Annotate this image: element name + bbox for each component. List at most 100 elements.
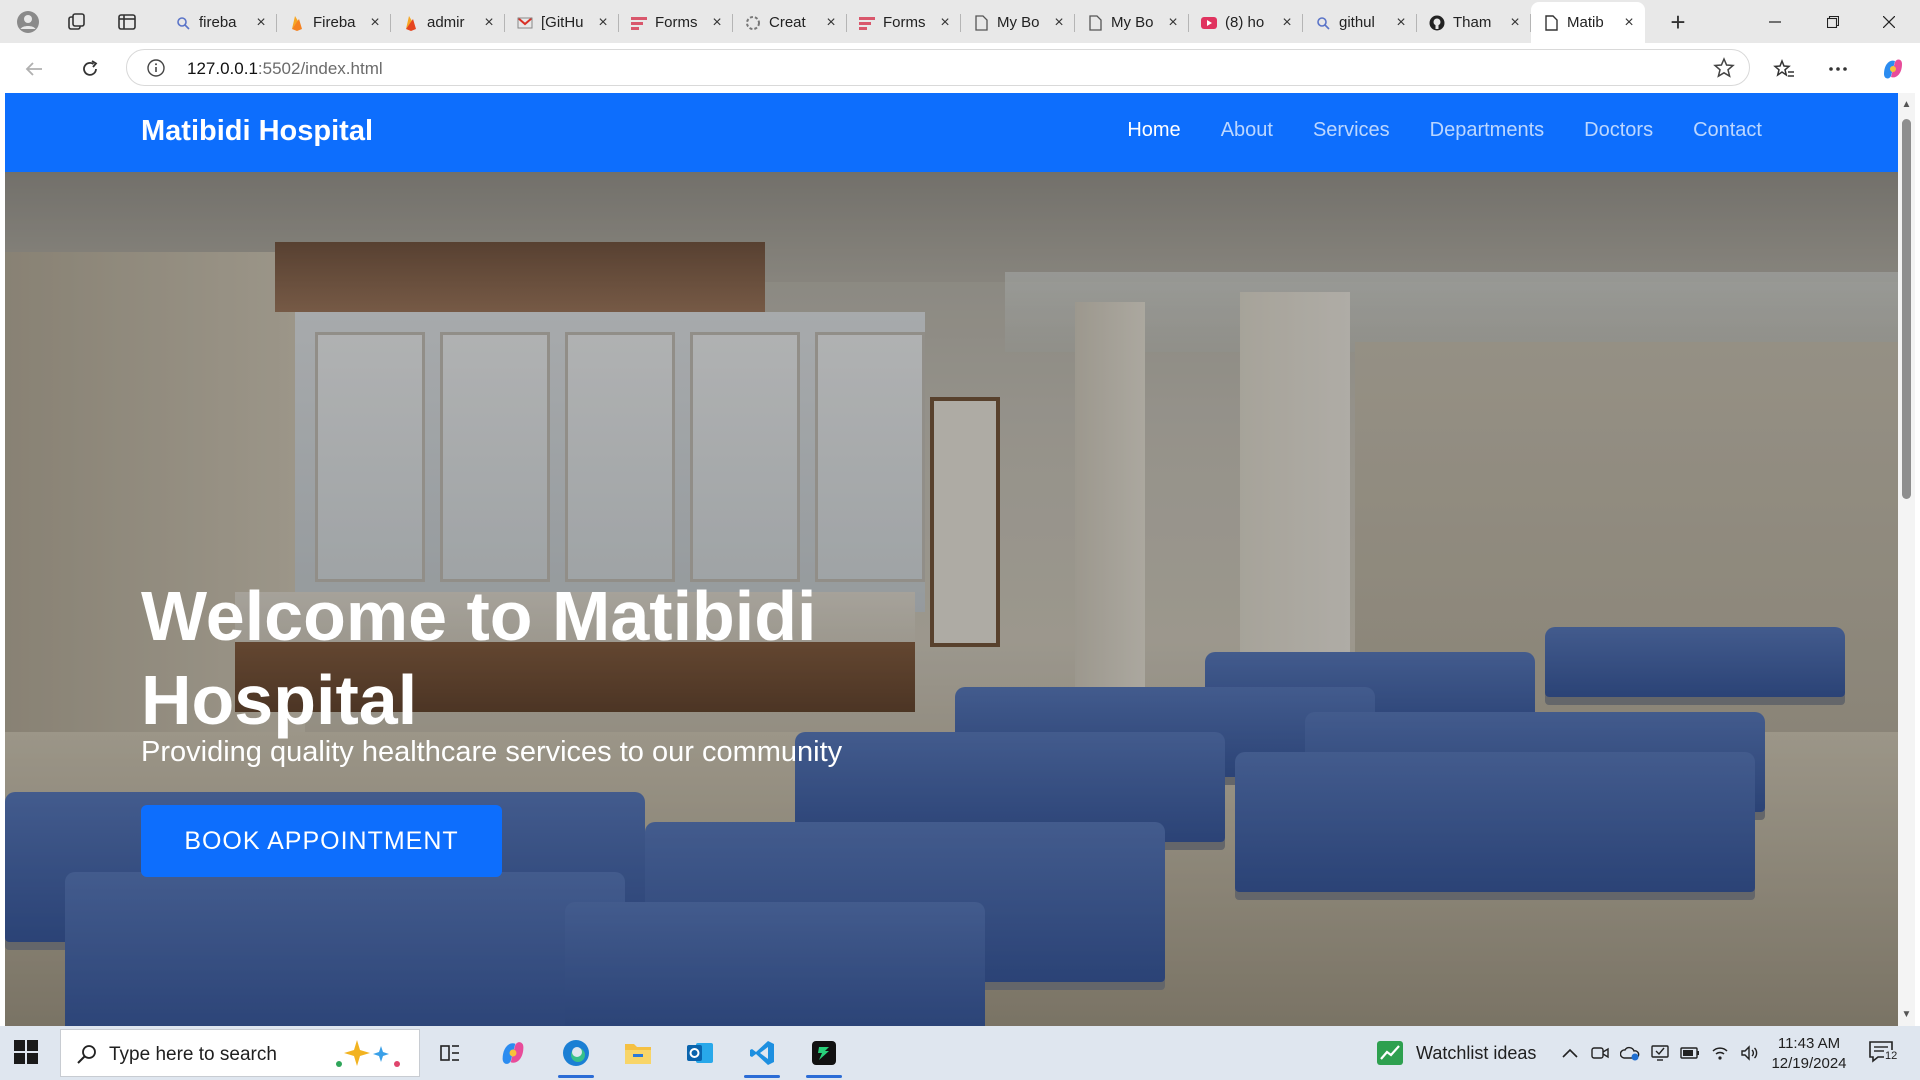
browser-tab[interactable]: fireba ×	[163, 2, 277, 43]
tab-title: [GitHu	[541, 14, 584, 31]
scroll-down-arrow-icon[interactable]: ▼	[1901, 1009, 1912, 1020]
tab-title: Creat	[769, 14, 806, 31]
windows-start-icon[interactable]	[12, 1038, 42, 1068]
tab-title: Forms	[883, 14, 926, 31]
forms-icon	[859, 15, 875, 31]
close-icon[interactable]: ×	[1051, 14, 1067, 31]
browser-tab[interactable]: Creat ×	[733, 2, 847, 43]
nav-link-doctors[interactable]: Doctors	[1584, 119, 1653, 142]
back-button[interactable]	[18, 53, 50, 85]
nav-link-departments[interactable]: Departments	[1430, 119, 1545, 142]
browser-tab[interactable]: (8) ho ×	[1189, 2, 1303, 43]
browser-tab[interactable]: githul ×	[1303, 2, 1417, 43]
file-explorer-icon[interactable]	[610, 1026, 666, 1080]
browser-tab[interactable]: My Bo ×	[961, 2, 1075, 43]
book-appointment-button[interactable]: BOOK APPOINTMENT	[141, 805, 502, 877]
tab-title: fireba	[199, 14, 237, 31]
page-viewport: Matibidi Hospital Home About Services De…	[5, 93, 1898, 1026]
display-settings-icon[interactable]	[1650, 1043, 1670, 1063]
openai-icon	[745, 15, 761, 31]
terminal-app-icon[interactable]	[796, 1026, 852, 1080]
new-tab-button[interactable]: +	[1664, 7, 1692, 37]
info-icon[interactable]	[147, 59, 165, 77]
close-icon[interactable]: ×	[709, 14, 725, 31]
taskbar-clock[interactable]: 11:43 AM 12/19/2024	[1762, 1034, 1856, 1074]
workspaces-icon[interactable]	[63, 8, 91, 36]
browser-tab[interactable]: Forms ×	[847, 2, 961, 43]
search-highlight-icon	[329, 1036, 409, 1072]
scrollbar-thumb[interactable]	[1902, 119, 1911, 499]
browser-tab[interactable]: My Bo ×	[1075, 2, 1189, 43]
close-icon[interactable]: ×	[1507, 14, 1523, 31]
tab-title: Matib	[1567, 14, 1604, 31]
hero-section: Welcome to Matibidi Hospital Providing q…	[5, 172, 1898, 1026]
browser-tab[interactable]: admir ×	[391, 2, 505, 43]
search-icon	[1315, 15, 1331, 31]
profile-icon[interactable]	[14, 8, 42, 36]
more-menu-icon[interactable]	[1822, 53, 1854, 85]
favorite-star-icon[interactable]	[1713, 57, 1735, 79]
browser-tab[interactable]: Fireba ×	[277, 2, 391, 43]
edge-icon[interactable]	[548, 1026, 604, 1080]
tab-title: My Bo	[997, 14, 1040, 31]
browser-tab-active[interactable]: Matib ×	[1531, 2, 1645, 43]
page-icon	[1543, 14, 1559, 31]
taskbar-search-box[interactable]: Type here to search	[60, 1029, 420, 1077]
tab-title: Tham	[1453, 14, 1492, 31]
nav-link-home[interactable]: Home	[1127, 119, 1180, 142]
restore-button[interactable]	[1810, 0, 1856, 43]
close-icon[interactable]: ×	[1393, 14, 1409, 31]
clock-time: 11:43 AM	[1777, 1035, 1841, 1052]
show-hidden-icons-chevron-icon[interactable]	[1560, 1043, 1580, 1063]
hero-title: Welcome to Matibidi Hospital	[141, 577, 817, 739]
close-icon[interactable]: ×	[253, 14, 269, 31]
search-icon	[175, 15, 191, 31]
volume-icon[interactable]	[1740, 1043, 1760, 1063]
battery-icon[interactable]	[1680, 1043, 1700, 1063]
vscode-icon[interactable]	[734, 1026, 790, 1080]
notification-center-icon[interactable]: 12	[1868, 1040, 1902, 1068]
browser-tab[interactable]: Tham ×	[1417, 2, 1531, 43]
close-icon[interactable]: ×	[1621, 14, 1637, 31]
close-window-button[interactable]	[1866, 0, 1912, 43]
close-icon[interactable]: ×	[1279, 14, 1295, 31]
site-header: Matibidi Hospital Home About Services De…	[5, 93, 1898, 172]
wifi-icon[interactable]	[1710, 1043, 1730, 1063]
widgets-watchlist[interactable]: Watchlist ideas	[1376, 1039, 1536, 1067]
meet-now-icon[interactable]	[1590, 1043, 1610, 1063]
close-icon[interactable]: ×	[1165, 14, 1181, 31]
browser-tab[interactable]: [GitHu ×	[505, 2, 619, 43]
scroll-up-arrow-icon[interactable]: ▲	[1901, 99, 1912, 110]
nav-link-about[interactable]: About	[1221, 119, 1273, 142]
copilot-icon[interactable]	[1877, 53, 1909, 85]
site-brand[interactable]: Matibidi Hospital	[141, 115, 373, 148]
close-icon[interactable]: ×	[937, 14, 953, 31]
copilot-icon[interactable]	[485, 1026, 541, 1080]
onedrive-icon[interactable]	[1620, 1043, 1640, 1063]
close-icon[interactable]: ×	[367, 14, 383, 31]
vertical-tabs-icon[interactable]	[113, 8, 141, 36]
tab-title: admir	[427, 14, 465, 31]
nav-link-services[interactable]: Services	[1313, 119, 1390, 142]
nav-link-contact[interactable]: Contact	[1693, 119, 1762, 142]
browser-tab[interactable]: Forms ×	[619, 2, 733, 43]
url-host: 127.0.0.1	[187, 59, 258, 78]
forms-icon	[631, 15, 647, 31]
stock-chart-icon	[1377, 1041, 1403, 1065]
outlook-icon[interactable]	[672, 1026, 728, 1080]
close-icon[interactable]: ×	[481, 14, 497, 31]
site-nav: Home About Services Departments Doctors …	[1127, 119, 1762, 142]
close-icon[interactable]: ×	[823, 14, 839, 31]
close-icon[interactable]: ×	[595, 14, 611, 31]
browser-toolbar: 127.0.0.1:5502/index.html	[0, 43, 1920, 93]
reload-button[interactable]	[74, 53, 106, 85]
task-view-icon[interactable]	[422, 1026, 478, 1080]
url-text[interactable]: 127.0.0.1:5502/index.html	[187, 59, 383, 79]
address-bar[interactable]: 127.0.0.1:5502/index.html	[126, 49, 1750, 86]
favorites-icon[interactable]	[1768, 53, 1800, 85]
tab-title: My Bo	[1111, 14, 1154, 31]
minimize-button[interactable]	[1752, 0, 1798, 43]
tab-title: Fireba	[313, 14, 356, 31]
github-icon	[1429, 15, 1445, 31]
page-scrollbar[interactable]: ▲ ▼	[1898, 93, 1915, 1026]
